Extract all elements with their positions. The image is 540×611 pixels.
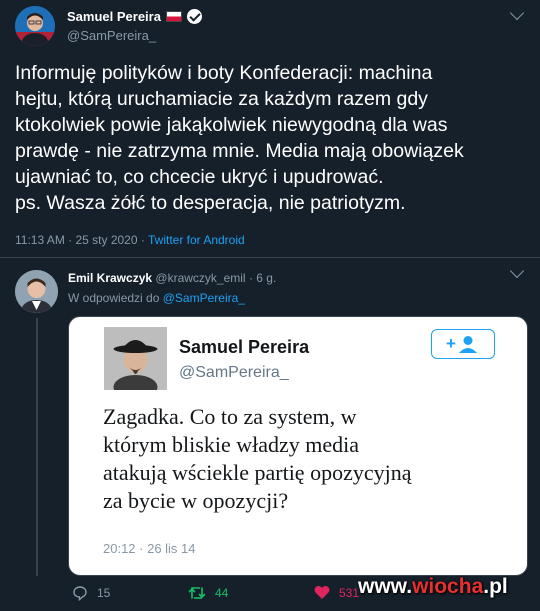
reply-author-avatar[interactable] <box>15 270 58 313</box>
svg-text:+: + <box>446 335 456 353</box>
embedded-author-name: Samuel Pereira <box>179 337 310 357</box>
author-name-row[interactable]: Samuel Pereira <box>67 9 202 24</box>
embedded-author-handle: @SamPereira_ <box>179 364 289 381</box>
heart-icon <box>314 586 330 599</box>
reply-button[interactable]: 15 <box>72 585 110 601</box>
tweet-text-line: hejtu, którą uruchamiacie za każdym raze… <box>15 88 428 110</box>
retweet-icon <box>188 587 206 599</box>
embedded-tweet-text: Zagadka. Co to za system, w którym blisk… <box>103 403 411 515</box>
meta-separator: · <box>137 233 148 247</box>
site-watermark: www.wiocha.pl <box>358 575 508 599</box>
reply-author-name[interactable]: Emil Krawczyk <box>68 271 152 285</box>
follow-icon: + <box>431 329 495 359</box>
author-name[interactable]: Samuel Pereira <box>67 9 161 24</box>
retweet-count: 44 <box>215 586 229 600</box>
tweet-timestamp[interactable]: 11:13 AM · 25 sty 2020 <box>15 233 138 247</box>
embedded-avatar <box>104 327 167 390</box>
tweet-text-line: Informuję polityków i boty Konfederacji:… <box>15 62 433 84</box>
like-count: 531 <box>339 585 360 600</box>
watermark-prefix: www. <box>358 575 413 598</box>
chevron-down-icon[interactable] <box>509 5 525 21</box>
author-handle[interactable]: @SamPereira_ <box>67 28 156 43</box>
replying-to-prefix: W odpowiedzi do <box>68 291 160 305</box>
embedded-image[interactable]: Samuel Pereira @SamPereira_ + Zagadka. C… <box>68 316 528 576</box>
watermark-accent: wiocha <box>412 575 484 598</box>
tweet-meta: 11:13 AM · 25 sty 2020 · Twitter for And… <box>15 233 245 247</box>
like-button[interactable]: 531 <box>314 585 359 600</box>
reply-header: Emil Krawczyk @krawczyk_emil · 6 g. <box>68 271 276 285</box>
embedded-text-line: za bycie w opozycji? <box>103 488 289 513</box>
reply-author-handle[interactable]: @krawczyk_emil <box>155 271 245 285</box>
replying-to: W odpowiedzi do @SamPereira_ <box>68 291 245 305</box>
chevron-down-icon[interactable] <box>509 263 525 279</box>
tweet-text-line: ps. Wasza żółć to desperacja, nie patrio… <box>15 192 406 214</box>
embedded-date: 20:12 · 26 lis 14 <box>103 541 196 556</box>
reply-icon <box>73 586 87 601</box>
reply-age[interactable]: · 6 g. <box>249 271 276 285</box>
watermark-suffix: .pl <box>483 575 508 598</box>
reply-count: 15 <box>97 586 111 600</box>
verified-icon <box>186 9 202 24</box>
author-avatar[interactable] <box>15 6 55 46</box>
tweet-text-line: ktokolwiek powie jakąkolwiek niewygodną … <box>15 114 448 136</box>
retweet-button[interactable]: 44 <box>188 585 228 601</box>
tweet-text: Informuję polityków i boty Konfederacji:… <box>15 60 530 216</box>
main-tweet: Samuel Pereira @SamPereira_ Informuję po… <box>0 0 540 258</box>
thread-line <box>36 318 38 576</box>
replying-to-link[interactable]: @SamPereira_ <box>163 291 245 305</box>
tweet-source-link[interactable]: Twitter for Android <box>148 233 245 247</box>
poland-flag-icon <box>165 11 182 22</box>
embedded-text-line: atakują wściekle partię opozycyjną <box>103 460 412 485</box>
embedded-text-line: którym bliskie władzy media <box>103 432 359 457</box>
tweet-text-line: prawdę - nie zatrzyma mnie. Media mają o… <box>15 140 464 162</box>
tweet-text-line: ujawniać to, co chcecie ukryć i upudrowa… <box>15 166 384 188</box>
embedded-text-line: Zagadka. Co to za system, w <box>103 404 357 429</box>
